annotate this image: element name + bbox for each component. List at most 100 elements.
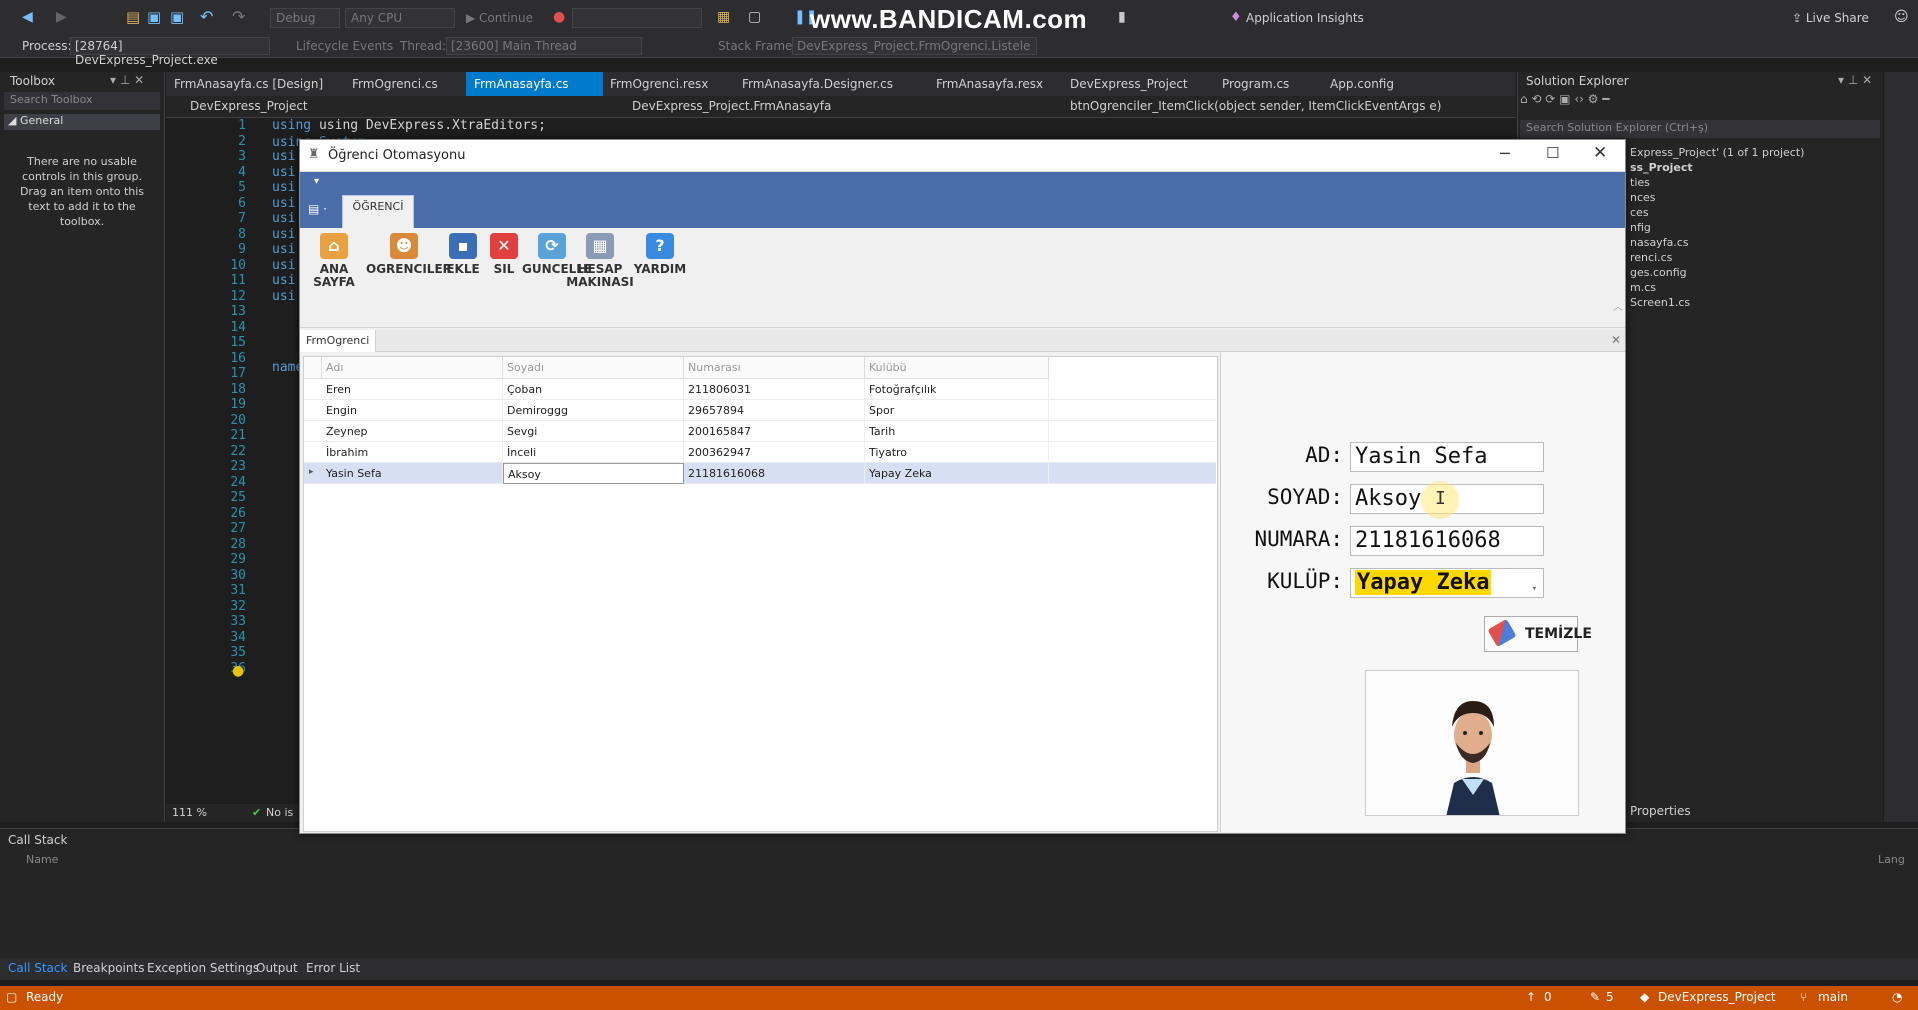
column-header-soyadi[interactable]: Soyadı [503, 357, 684, 379]
table-cell[interactable]: Sevgi [503, 421, 684, 442]
toolbox-search[interactable]: Search Toolbox [4, 92, 160, 110]
kulup-select[interactable]: Yapay Zeka ▾ [1350, 568, 1544, 598]
ribbon-button-ana-sayfa[interactable]: ⌂ ANA SAYFA [304, 228, 364, 289]
quick-access-icon[interactable]: ▾ [314, 176, 319, 187]
status-project[interactable]: DevExpress_Project [1658, 990, 1776, 1004]
back-icon[interactable]: ◀ [22, 9, 33, 25]
solution-item[interactable]: ges.config [1630, 266, 1687, 279]
status-edit-count[interactable]: 5 [1606, 990, 1614, 1004]
pin-icon[interactable]: ▾ ⊥ ✕ [110, 73, 144, 87]
undo-icon[interactable]: ↶ [200, 7, 213, 26]
tab-frmanasayfa-cs[interactable]: FrmAnasayfa.cs [466, 72, 603, 96]
app-insights-button[interactable]: Application Insights [1246, 11, 1364, 25]
continue-button[interactable]: ▶ Continue [466, 11, 533, 25]
nav-member[interactable]: btnOgrenciler_ItemClick(object sender, I… [1070, 99, 1441, 113]
solution-item[interactable]: ties [1630, 176, 1650, 189]
solution-item[interactable]: renci.cs [1630, 251, 1672, 264]
table-cell[interactable]: Zeynep [322, 421, 503, 442]
table-cell[interactable]: İbrahim [322, 442, 503, 463]
nav-project[interactable]: DevExpress_Project [190, 99, 308, 113]
save-icon[interactable]: ▣ [147, 8, 161, 26]
live-share-button[interactable]: ⇪ Live Share [1792, 11, 1869, 25]
minimize-icon[interactable]: ─ [1500, 144, 1510, 163]
solution-item[interactable]: nasayfa.cs [1630, 236, 1689, 249]
table-cell[interactable]: Engin [322, 400, 503, 421]
tab-frmogrenci-cs[interactable]: FrmOgrenci.cs [344, 72, 446, 96]
tab-call-stack[interactable]: Call Stack [8, 961, 67, 975]
tab-breakpoints[interactable]: Breakpoints [73, 961, 144, 975]
numara-input[interactable]: 21181616068 [1350, 526, 1544, 556]
tab-exception-settings[interactable]: Exception Settings [147, 961, 259, 975]
folder-icon[interactable]: ▦ [717, 9, 730, 25]
hot-reload-icon[interactable]: ● [553, 9, 565, 25]
zoom-level[interactable]: 111 % [172, 806, 207, 819]
open-folder-icon[interactable]: ▤ [126, 8, 140, 26]
maximize-icon[interactable]: ☐ [1546, 144, 1559, 162]
tab-devexpress-project[interactable]: DevExpress_Project [1062, 72, 1196, 96]
table-cell[interactable]: 21181616068 [684, 463, 865, 484]
table-cell[interactable]: 200362947 [684, 442, 865, 463]
tab-app-config[interactable]: App.config [1322, 72, 1402, 96]
notification-icon[interactable]: ◔ [1892, 990, 1902, 1004]
tab-frmanasayfa-designer[interactable]: FrmAnasayfa.Designer.cs [734, 72, 901, 96]
column-header-numarasi[interactable]: Numarası [684, 357, 865, 379]
tab-output[interactable]: Output [256, 961, 298, 975]
table-cell[interactable]: Demiroggg [503, 400, 684, 421]
table-cell[interactable]: Eren [322, 379, 503, 400]
column-header-kulubu[interactable]: Kulübü [865, 357, 1049, 379]
forward-icon[interactable]: ▶ [56, 9, 67, 25]
tab-frmogrenci-resx[interactable]: FrmOgrenci.resx [602, 72, 716, 96]
table-cell[interactable]: 200165847 [684, 421, 865, 442]
ribbon-button-hesap[interactable]: ▦ HESAP MAKINASI [566, 228, 634, 289]
tab-frmogrenci[interactable]: FrmOgrenci [300, 330, 377, 352]
table-cell[interactable]: Aksoy [503, 463, 684, 484]
table-cell[interactable]: 29657894 [684, 400, 865, 421]
solution-item[interactable]: Screen1.cs [1630, 296, 1690, 309]
table-cell[interactable]: Tarih [865, 421, 1049, 442]
table-cell[interactable]: Yapay Zeka [865, 463, 1049, 484]
solution-item[interactable]: nfig [1630, 221, 1651, 234]
solution-item[interactable]: nces [1630, 191, 1656, 204]
table-cell[interactable]: Çoban [503, 379, 684, 400]
table-row[interactable]: Eren Çoban 211806031 Fotoğrafçılık [304, 379, 1216, 400]
table-row[interactable]: Zeynep Sevgi 200165847 Tarih [304, 421, 1216, 442]
solution-item[interactable]: ces [1630, 206, 1649, 219]
nav-class[interactable]: DevExpress_Project.FrmAnasayfa [632, 99, 831, 113]
status-up-count[interactable]: 0 [1544, 990, 1552, 1004]
ad-input[interactable]: Yasin Sefa [1350, 442, 1544, 472]
bookmark-icon[interactable]: ▮ [1118, 9, 1126, 25]
ribbon-button-sil[interactable]: ✕ SIL [488, 228, 520, 276]
table-cell[interactable]: 211806031 [684, 379, 865, 400]
panel-controls-icon[interactable]: ▾ ⊥ ✕ [1838, 73, 1872, 87]
ribbon-button-ogrenciler[interactable]: ☻ OGRENCILER [366, 228, 452, 276]
table-cell[interactable]: Spor [865, 400, 1049, 421]
table-cell[interactable]: Yasin Sefa [322, 463, 503, 484]
solution-item[interactable]: ss_Project [1630, 161, 1693, 174]
tab-error-list[interactable]: Error List [306, 961, 360, 975]
tab-program-cs[interactable]: Program.cs [1214, 72, 1297, 96]
stack-frame-select[interactable]: DevExpress_Project.FrmOgrenci.Listele [792, 37, 1037, 55]
tab-ogrenci[interactable]: ÖĞRENCİ [342, 195, 414, 228]
debug-target-select[interactable] [572, 8, 702, 28]
table-row[interactable]: ▸ Yasin Sefa Aksoy 21181616068 Yapay Zeka [304, 463, 1216, 484]
table-row[interactable]: İbrahim İnceli 200362947 Tiyatro [304, 442, 1216, 463]
table-cell[interactable]: Tiyatro [865, 442, 1049, 463]
table-cell[interactable]: Fotoğrafçılık [865, 379, 1049, 400]
configuration-select[interactable]: Debug [270, 8, 340, 28]
screenshot-icon[interactable]: ▢ [748, 9, 761, 25]
platform-select[interactable]: Any CPU [345, 8, 455, 28]
feedback-icon[interactable]: ☺ [1894, 9, 1909, 25]
solution-search[interactable]: Search Solution Explorer (Ctrl+ş) [1520, 120, 1880, 138]
temizle-button[interactable]: TEMİZLE [1484, 616, 1592, 652]
student-grid[interactable]: Adı Soyadı Numarası Kulübü Eren Çoban 2118… [303, 356, 1218, 832]
app-menu-icon[interactable]: ▤ · [308, 202, 327, 216]
tab-frmanasayfa-design[interactable]: FrmAnasayfa.cs [Design] [166, 72, 331, 96]
properties-tab[interactable]: Properties [1630, 804, 1691, 818]
ribbon-collapse-icon[interactable]: ︿ [1613, 298, 1623, 313]
table-cell[interactable]: İnceli [503, 442, 684, 463]
close-icon[interactable]: ✕ [1593, 143, 1607, 163]
soyad-input[interactable]: Aksoy I [1350, 481, 1544, 519]
lifecycle-events[interactable]: Lifecycle Events [296, 39, 393, 53]
ribbon-button-ekle[interactable]: ▪ EKLE [440, 228, 486, 276]
column-header-adi[interactable]: Adı [322, 357, 503, 379]
